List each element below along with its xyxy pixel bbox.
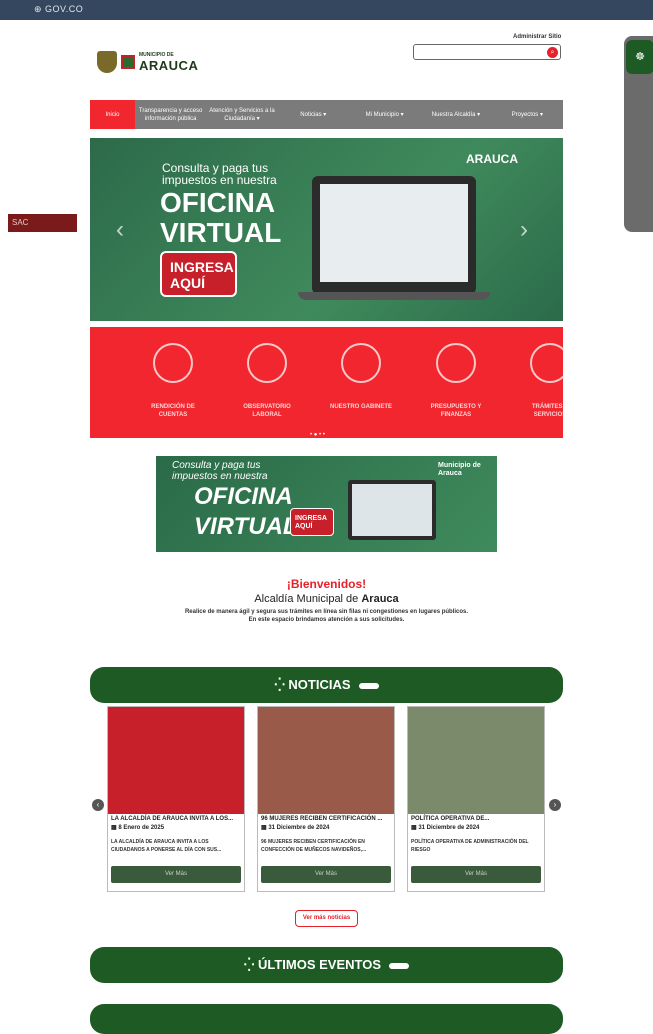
news-excerpt: POLÍTICA OPERATIVA DE ADMINISTRACIÓN DEL… xyxy=(411,839,529,853)
banner-cta[interactable]: INGRESA AQUÍ xyxy=(290,508,334,536)
finance-icon xyxy=(436,343,476,383)
news-date: ▦ 31 Diciembre de 2024 xyxy=(411,825,480,831)
quicklink-observatorio[interactable]: OBSERVATORIO LABORAL xyxy=(232,343,302,419)
welcome-subheading: Alcaldía Municipal de Arauca xyxy=(254,593,399,605)
events-section-header: ⁛ ÚLTIMOS EVENTOS xyxy=(90,947,563,983)
hero-prev-arrow[interactable]: ‹ xyxy=(116,216,124,244)
nav-item-atencion[interactable]: Atención y Servicios a la Ciudadanía ▾ xyxy=(206,107,277,123)
quicklink-tramites[interactable]: TRÁMITES Y SERVICIOS xyxy=(515,343,563,419)
govco-bar: ⊕ GOV.CO xyxy=(0,0,653,20)
news-title[interactable]: LA ALCALDÍA DE ARAUCA INVITA A LOS... xyxy=(108,814,244,823)
news-excerpt: LA ALCALDÍA DE ARAUCA INVITA A LOS CIUDA… xyxy=(111,839,222,853)
municipality-logo[interactable]: MUNICIPIO DE ARAUCA xyxy=(97,50,198,74)
admin-site-link[interactable]: Administrar Sitio xyxy=(513,34,561,40)
banner-title: OFICINA VIRTUAL xyxy=(194,483,298,540)
hero-title: OFICINA VIRTUAL xyxy=(160,187,282,248)
news-title[interactable]: 96 MUJERES RECIBEN CERTIFICACIÓN ... xyxy=(258,814,394,823)
news-card[interactable]: LA ALCALDÍA DE ARAUCA INVITA A LOS... ▦ … xyxy=(107,706,245,892)
flag-icon xyxy=(121,55,135,69)
pill-icon xyxy=(389,962,409,969)
welcome-block: ¡Bienvenidos! Alcaldía Municipal de Arau… xyxy=(0,577,653,624)
search-input[interactable]: ⌕ xyxy=(413,44,561,60)
nav-item-noticias[interactable]: Noticias ▾ xyxy=(278,111,349,119)
lightbulb-icon xyxy=(153,343,193,383)
news-next-button[interactable]: › xyxy=(549,799,561,811)
quicklink-presupuesto[interactable]: PRESUPUESTO Y FINANZAS xyxy=(421,343,491,419)
dots-icon: ⁛ xyxy=(274,677,289,692)
accessibility-icon[interactable]: ☸ xyxy=(626,40,653,74)
nav-item-inicio[interactable]: Inicio xyxy=(90,100,135,129)
nav-item-nuestra-alcaldia[interactable]: Nuestra Alcaldía ▾ xyxy=(420,111,491,119)
news-read-more-button[interactable]: Ver Más xyxy=(261,866,391,883)
news-read-more-button[interactable]: Ver Más xyxy=(411,866,541,883)
dots-icon: ⁛ xyxy=(243,957,258,972)
news-date: ▦ 31 Diciembre de 2024 xyxy=(261,825,330,831)
nav-item-transparencia[interactable]: Transparencia y acceso información públi… xyxy=(135,107,206,123)
team-icon xyxy=(341,343,381,383)
quicklinks-carousel: RENDICIÓN DE CUENTAS OBSERVATORIO LABORA… xyxy=(90,327,563,438)
accessibility-panel[interactable]: ☸ xyxy=(624,36,653,232)
news-card[interactable]: POLÍTICA OPERATIVA DE... ▦ 31 Diciembre … xyxy=(407,706,545,892)
more-news-button[interactable]: Ver más noticias xyxy=(295,910,358,927)
hero-slider[interactable]: ‹ Consulta y paga tus impuestos en nuest… xyxy=(90,138,563,321)
news-section-header: ⁛ NOTICIAS xyxy=(90,667,563,703)
document-icon xyxy=(530,343,563,383)
nav-item-mi-municipio[interactable]: Mi Municipio ▾ xyxy=(349,111,420,119)
pill-icon xyxy=(358,682,379,689)
worker-icon xyxy=(247,343,287,383)
nav-item-proyectos[interactable]: Proyectos ▾ xyxy=(492,111,563,119)
hero-cta-button[interactable]: INGRESA AQUÍ xyxy=(160,251,237,297)
brand-name: ARAUCA xyxy=(139,57,199,73)
news-date: ▦ 8 Enero de 2025 xyxy=(111,825,165,831)
banner-laptop-image xyxy=(348,480,436,540)
coat-of-arms-icon xyxy=(97,51,117,73)
welcome-text-1: Realice de manera ágil y segura sus trám… xyxy=(184,609,469,615)
search-icon[interactable]: ⌕ xyxy=(547,47,558,58)
hero-next-arrow[interactable]: › xyxy=(520,216,528,244)
news-card[interactable]: 96 MUJERES RECIBEN CERTIFICACIÓN ... ▦ 3… xyxy=(257,706,395,892)
welcome-text-2: En este espacio brindamos atención a sus… xyxy=(248,617,405,623)
banner-logo: Municipio de Arauca xyxy=(438,462,481,477)
hero-subtitle: Consulta y paga tus impuestos en nuestra xyxy=(162,161,277,187)
virtual-office-banner[interactable]: Consulta y paga tus impuestos en nuestra… xyxy=(156,456,497,552)
news-read-more-button[interactable]: Ver Más xyxy=(111,866,241,883)
news-image[interactable] xyxy=(258,707,394,814)
carousel-dots[interactable]: • ● • • xyxy=(310,432,325,438)
quicklink-rendicion[interactable]: RENDICIÓN DE CUENTAS xyxy=(138,343,208,419)
hero-logo: ARAUCA xyxy=(466,152,518,166)
news-image[interactable] xyxy=(408,707,544,814)
news-title[interactable]: POLÍTICA OPERATIVA DE... xyxy=(408,814,544,823)
govco-logo[interactable]: ⊕ GOV.CO xyxy=(34,4,83,15)
laptop-image xyxy=(298,176,490,300)
main-nav: Inicio Transparencia y acceso informació… xyxy=(90,100,563,129)
welcome-heading: ¡Bienvenidos! xyxy=(286,577,367,591)
banner-subtitle: Consulta y paga tus impuestos en nuestra xyxy=(172,460,268,482)
news-prev-button[interactable]: ‹ xyxy=(92,799,104,811)
quicklink-gabinete[interactable]: NUESTRO GABINETE xyxy=(326,343,396,411)
sac-button[interactable]: SAC xyxy=(8,214,77,232)
events-panel xyxy=(90,1004,563,1034)
news-image[interactable] xyxy=(108,707,244,814)
news-excerpt: 96 MUJERES RECIBEN CERTIFICACIÓN EN CONF… xyxy=(261,839,367,853)
